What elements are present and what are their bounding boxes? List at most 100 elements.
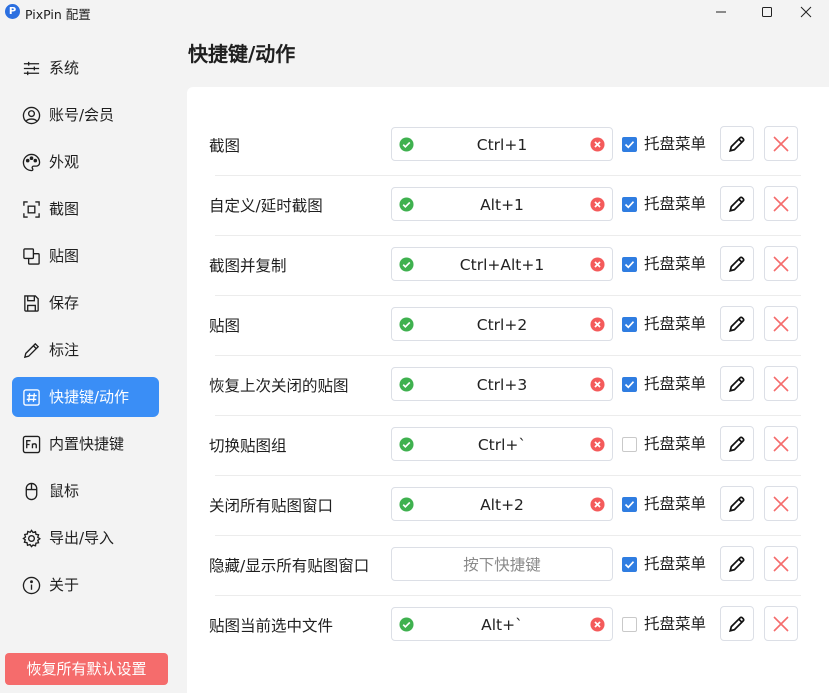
hotkey-icon <box>23 389 40 406</box>
edit-button[interactable] <box>720 246 754 281</box>
minimize-button[interactable] <box>698 0 744 24</box>
checkmark-icon <box>624 141 635 149</box>
user-icon <box>22 106 41 125</box>
info-icon <box>22 576 41 595</box>
pencil-icon <box>729 616 745 632</box>
hotkey-input[interactable]: Ctrl+Alt+1 <box>391 247 613 281</box>
close-icon <box>773 496 789 512</box>
tray-checkbox[interactable] <box>622 557 637 572</box>
sidebar-item-annotate[interactable]: 标注 <box>12 330 159 370</box>
edit-button[interactable] <box>720 306 754 341</box>
edit-button[interactable] <box>720 606 754 641</box>
action-label: 恢复上次关闭的贴图 <box>209 377 349 395</box>
pin-image-icon <box>23 248 40 265</box>
tray-checkbox[interactable] <box>622 617 637 632</box>
tray-checkbox[interactable] <box>622 377 637 392</box>
delete-button[interactable] <box>764 126 798 161</box>
delete-button[interactable] <box>764 306 798 341</box>
hotkey-input[interactable]: 按下快捷键 <box>391 547 613 581</box>
clear-icon[interactable] <box>590 137 605 152</box>
screenshot-icon <box>23 201 40 218</box>
tray-checkbox[interactable] <box>622 437 637 452</box>
sidebar-item-label: 保存 <box>49 294 80 312</box>
sidebar-item-screenshot[interactable]: 截图 <box>12 189 159 229</box>
palette-icon <box>22 153 41 172</box>
hotkey-value: Alt+` <box>481 616 523 634</box>
action-label: 截图 <box>209 137 241 155</box>
delete-button[interactable] <box>764 186 798 221</box>
restore-defaults-button[interactable]: 恢复所有默认设置 <box>5 653 168 685</box>
tray-checkbox[interactable] <box>622 497 637 512</box>
gear-icon <box>22 529 41 548</box>
clear-icon[interactable] <box>590 257 605 272</box>
sidebar-item-export-import[interactable]: 导出/导入 <box>12 518 159 558</box>
sidebar-item-account[interactable]: 账号/会员 <box>12 95 159 135</box>
clear-icon[interactable] <box>590 437 605 452</box>
edit-button[interactable] <box>720 546 754 581</box>
sidebar-item-pin[interactable]: 贴图 <box>12 236 159 276</box>
sidebar-item-label: 系统 <box>49 59 80 77</box>
edit-button[interactable] <box>720 426 754 461</box>
close-icon <box>773 196 789 212</box>
sidebar-item-mouse[interactable]: 鼠标 <box>12 471 159 511</box>
pencil-icon <box>729 316 745 332</box>
sidebar-item-label: 账号/会员 <box>49 106 115 124</box>
edit-button[interactable] <box>720 486 754 521</box>
hotkey-input[interactable]: Ctrl+1 <box>391 127 613 161</box>
edit-button[interactable] <box>720 186 754 221</box>
clear-icon[interactable] <box>590 197 605 212</box>
sidebar-item-appearance[interactable]: 外观 <box>12 142 159 182</box>
delete-button[interactable] <box>764 546 798 581</box>
pencil-icon <box>729 136 745 152</box>
pencil-icon <box>23 342 40 359</box>
clear-icon[interactable] <box>590 617 605 632</box>
sidebar-item-about[interactable]: 关于 <box>12 565 159 605</box>
action-label: 切换贴图组 <box>209 437 287 455</box>
tray-checkbox[interactable] <box>622 257 637 272</box>
close-window-button[interactable] <box>783 0 829 24</box>
delete-button[interactable] <box>764 246 798 281</box>
hotkey-row: 截图并复制 Ctrl+Alt+1 托盘菜单 <box>187 236 829 296</box>
tray-checkbox[interactable] <box>622 137 637 152</box>
tray-checkbox[interactable] <box>622 317 637 332</box>
mouse-icon <box>25 482 38 501</box>
tray-menu-label: 托盘菜单 <box>644 255 707 273</box>
delete-button[interactable] <box>764 486 798 521</box>
close-icon <box>773 616 789 632</box>
tray-menu-label: 托盘菜单 <box>644 435 707 453</box>
tray-menu-label: 托盘菜单 <box>644 555 707 573</box>
hotkey-row: 切换贴图组 Ctrl+` 托盘菜单 <box>187 416 829 476</box>
hotkey-input[interactable]: Ctrl+2 <box>391 307 613 341</box>
clear-icon[interactable] <box>590 497 605 512</box>
action-label: 隐藏/显示所有贴图窗口 <box>209 557 370 575</box>
hotkey-input[interactable]: Alt+2 <box>391 487 613 521</box>
hotkey-input[interactable]: Alt+1 <box>391 187 613 221</box>
clear-icon[interactable] <box>590 317 605 332</box>
sidebar-item-hotkeys[interactable]: 快捷键/动作 <box>12 377 159 417</box>
sidebar-item-builtin-hotkeys[interactable]: 内置快捷键 <box>12 424 159 464</box>
clear-icon[interactable] <box>590 377 605 392</box>
delete-button[interactable] <box>764 606 798 641</box>
checkmark-icon <box>624 381 635 389</box>
edit-button[interactable] <box>720 366 754 401</box>
check-circle-icon <box>399 437 414 452</box>
edit-button[interactable] <box>720 126 754 161</box>
hotkey-input[interactable]: Ctrl+` <box>391 427 613 461</box>
delete-button[interactable] <box>764 366 798 401</box>
hotkey-input[interactable]: Ctrl+3 <box>391 367 613 401</box>
pencil-icon <box>729 556 745 572</box>
sidebar-item-save[interactable]: 保存 <box>12 283 159 323</box>
sidebar-item-label: 截图 <box>49 200 80 218</box>
sidebar-item-system[interactable]: 系统 <box>12 48 159 88</box>
checkmark-icon <box>624 501 635 509</box>
sidebar-item-label: 内置快捷键 <box>49 435 125 453</box>
sidebar-item-label: 鼠标 <box>49 482 80 500</box>
action-label: 贴图当前选中文件 <box>209 617 334 635</box>
save-icon <box>24 295 39 312</box>
tray-checkbox[interactable] <box>622 197 637 212</box>
delete-button[interactable] <box>764 426 798 461</box>
close-icon <box>773 256 789 272</box>
tray-menu-label: 托盘菜单 <box>644 375 707 393</box>
sidebar-item-label: 外观 <box>49 153 80 171</box>
hotkey-input[interactable]: Alt+` <box>391 607 613 641</box>
